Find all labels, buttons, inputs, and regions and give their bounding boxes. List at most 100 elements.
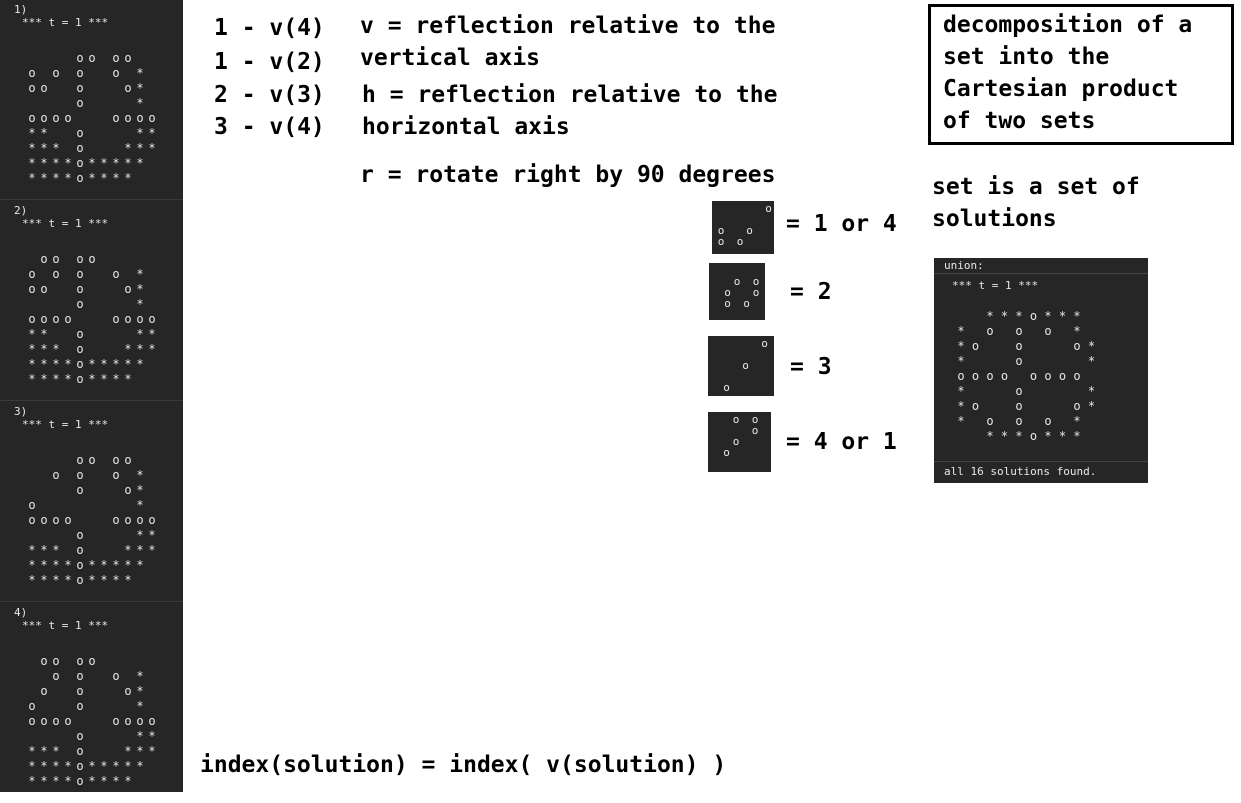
circle-cell: o xyxy=(1029,429,1038,443)
circle-cell: o xyxy=(88,51,96,65)
solution-panel-4: 4) *** t = 1 *** o o o o o o o * o o o * o o * o o o o o o o o… xyxy=(0,603,183,803)
star-cell: * xyxy=(124,573,132,587)
circle-cell: o xyxy=(717,235,725,248)
star-cell: * xyxy=(136,96,144,110)
star-cell: * xyxy=(1058,429,1067,443)
star-cell: * xyxy=(1073,309,1081,323)
definition-h-line2: horizontal axis xyxy=(362,114,570,140)
solution-grid: o o o o o o o * o o * o * o o o o o o o o o * * * * * o * * * * * * * o * * * *… xyxy=(0,402,183,602)
circle-cell: o xyxy=(1015,354,1023,368)
circle-cell: o xyxy=(28,699,36,713)
circle-cell: o xyxy=(64,714,72,728)
star-cell: * xyxy=(148,141,156,155)
circle-cell: o xyxy=(76,327,84,341)
star-cell: * xyxy=(986,309,994,323)
circle-cell: o xyxy=(88,453,96,467)
circle-cell: o xyxy=(1029,309,1038,323)
circle-cell: o xyxy=(736,235,744,248)
star-cell: * xyxy=(1087,354,1096,368)
star-cell: * xyxy=(136,498,144,512)
circle-cell: o xyxy=(76,669,84,683)
pattern-label-2: = 2 xyxy=(790,279,832,305)
circle-cell: o xyxy=(1015,399,1023,413)
star-cell: * xyxy=(957,339,965,353)
star-cell: * xyxy=(957,414,965,428)
circle-cell: o xyxy=(76,729,84,743)
circle-cell: o xyxy=(765,202,772,215)
circle-cell: o xyxy=(76,66,84,80)
circle-cell: o xyxy=(986,369,994,383)
solution-grid: o o o o o o o * o o o * o o * o o o o o o o o o * * * * * o * * * * * * * o * *… xyxy=(0,603,183,803)
circle-cell: o xyxy=(76,267,84,281)
circle-cell: o xyxy=(1000,369,1009,383)
star-cell: * xyxy=(136,156,144,170)
circle-cell: o xyxy=(752,286,760,299)
circle-cell: o xyxy=(733,275,741,288)
star-cell: * xyxy=(124,774,132,788)
circle-cell: o xyxy=(1015,414,1023,428)
decomposition-line-3: Cartesian product xyxy=(943,76,1179,102)
circle-cell: o xyxy=(76,528,84,542)
union-title: union: xyxy=(944,259,984,272)
circle-cell: o xyxy=(76,297,84,311)
circle-cell: o xyxy=(148,714,156,728)
circle-cell: o xyxy=(751,424,759,437)
circle-cell: o xyxy=(1015,324,1023,338)
circle-cell: o xyxy=(76,543,84,557)
circle-cell: o xyxy=(723,446,730,459)
definition-r: r = rotate right by 90 degrees xyxy=(360,162,776,188)
decomposition-line-4: of two sets xyxy=(943,108,1096,134)
divider xyxy=(934,273,1148,274)
star-cell: * xyxy=(1058,309,1067,323)
star-cell: * xyxy=(148,528,156,542)
solution-panel-3: 3) *** t = 1 *** o o o o o o o * o o * o * o o o o o o o o o *… xyxy=(0,402,183,602)
circle-cell: o xyxy=(1044,369,1052,383)
circle-cell: o xyxy=(76,468,84,482)
circle-cell: o xyxy=(28,66,36,80)
circle-cell: o xyxy=(1044,324,1052,338)
star-cell: * xyxy=(957,384,965,398)
circle-cell: o xyxy=(743,297,750,310)
star-cell: * xyxy=(1087,339,1096,353)
circle-cell: o xyxy=(112,468,120,482)
circle-cell: o xyxy=(148,513,156,527)
pattern-label-4: = 4 or 1 xyxy=(786,429,897,455)
star-cell: * xyxy=(136,669,144,683)
circle-cell: o xyxy=(52,468,60,482)
pattern-thumbnail-2: oooooo xyxy=(709,263,765,320)
circle-cell: o xyxy=(1044,414,1052,428)
circle-cell: o xyxy=(1015,384,1023,398)
circle-cell: o xyxy=(761,337,768,350)
circle-cell: o xyxy=(76,744,84,758)
circle-cell: o xyxy=(40,81,48,95)
star-cell: * xyxy=(40,126,48,140)
definition-v-line1: v = reflection relative to the xyxy=(360,13,776,39)
star-cell: * xyxy=(136,699,144,713)
star-cell: * xyxy=(148,744,156,758)
index-formula: index(solution) = index( v(solution) ) xyxy=(200,752,727,778)
circle-cell: o xyxy=(76,282,84,296)
circle-cell: o xyxy=(746,224,753,237)
solution-grid: o o o o o o o o * o o o o * o * o o o o o o o o * * o * * * * * o * * * * * * *… xyxy=(0,0,183,200)
star-cell: * xyxy=(148,342,156,356)
star-cell: * xyxy=(1000,429,1009,443)
star-cell: * xyxy=(136,684,144,698)
mapping-line-2: 1 - v(2) xyxy=(214,49,325,75)
star-cell: * xyxy=(52,342,60,356)
circle-cell: o xyxy=(971,339,980,353)
star-cell: * xyxy=(148,327,156,341)
circle-cell: o xyxy=(1073,339,1081,353)
circle-cell: o xyxy=(732,435,740,448)
solution-panel-2: 2) *** t = 1 *** o o o o o o o o * o o o o * o * o o o o o o o… xyxy=(0,201,183,401)
star-cell: * xyxy=(52,141,60,155)
star-cell: * xyxy=(1073,324,1081,338)
pattern-label-1: = 1 or 4 xyxy=(786,211,897,237)
star-cell: * xyxy=(136,297,144,311)
circle-cell: o xyxy=(28,498,36,512)
circle-cell: o xyxy=(1029,369,1038,383)
circle-cell: o xyxy=(76,141,84,155)
definition-v-line2: vertical axis xyxy=(360,45,541,71)
circle-cell: o xyxy=(112,66,120,80)
star-cell: * xyxy=(1044,429,1052,443)
divider xyxy=(934,461,1148,462)
